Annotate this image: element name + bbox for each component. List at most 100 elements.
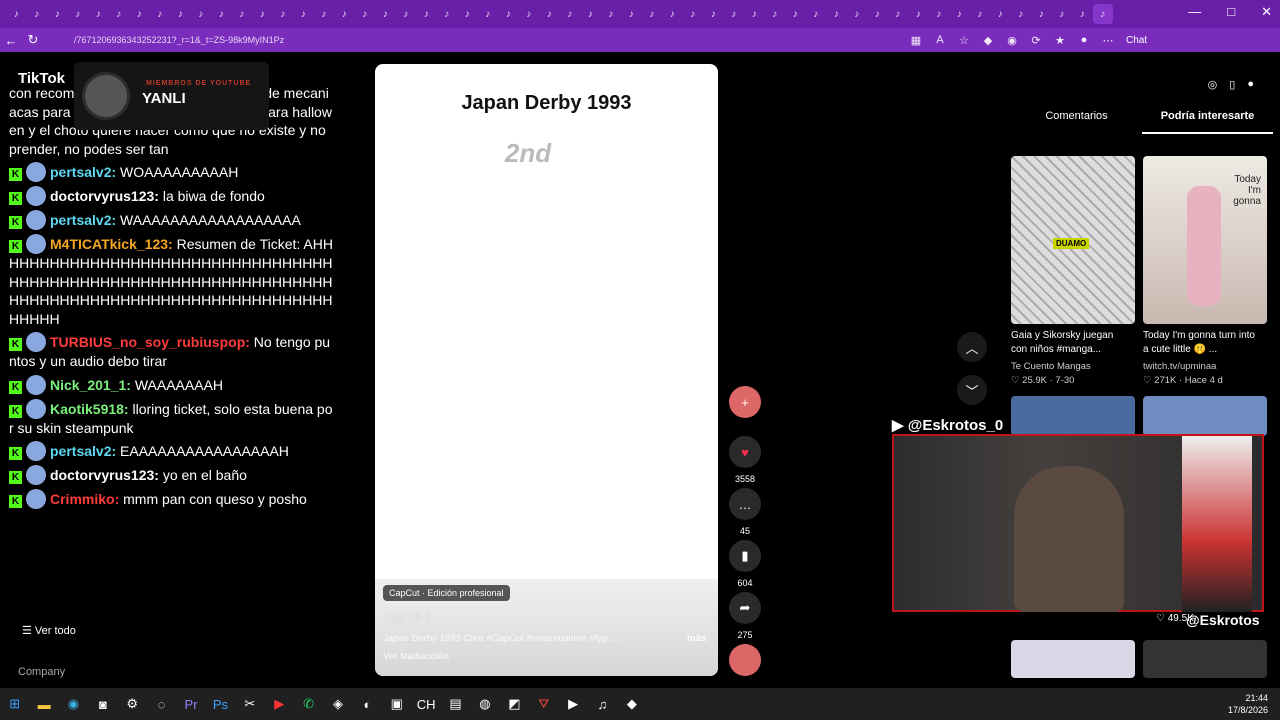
browser-tab[interactable]: ♪ bbox=[396, 4, 417, 24]
coin-icon[interactable]: ◎ bbox=[1208, 78, 1218, 91]
browser-tab[interactable]: ♪ bbox=[806, 4, 827, 24]
tab-podria-interesarte[interactable]: Podría interesarte bbox=[1142, 110, 1273, 134]
browser-tab[interactable]: ♪ bbox=[150, 4, 171, 24]
browser-tab[interactable]: ♪ bbox=[765, 4, 786, 24]
url-field[interactable]: /7671206936343252231?_r=1&_t=ZS-98k9MyIN… bbox=[74, 35, 904, 45]
app-icon[interactable]: ◌ bbox=[147, 697, 176, 712]
card-channel[interactable]: Te Cuento Mangas bbox=[1011, 361, 1091, 372]
browser-tab[interactable]: ♪ bbox=[232, 4, 253, 24]
app-icon[interactable]: ◩ bbox=[500, 696, 529, 712]
browser-tab[interactable]: ♪ bbox=[109, 4, 130, 24]
ver-todo-link[interactable]: ☰ Ver todo bbox=[22, 624, 76, 637]
close-icon[interactable]: ✕ bbox=[1261, 4, 1272, 20]
browser-tab[interactable]: ♪ bbox=[437, 4, 458, 24]
video-thumbnail[interactable] bbox=[1143, 640, 1267, 678]
chevron-down-icon[interactable]: ﹀ bbox=[957, 375, 987, 405]
capcut-icon[interactable]: ✂ bbox=[235, 696, 264, 712]
file-explorer-icon[interactable]: ▬ bbox=[29, 697, 58, 712]
browser-tab[interactable]: ♪ bbox=[6, 4, 27, 24]
tab-comentarios[interactable]: Comentarios bbox=[1011, 110, 1142, 134]
browser-tab[interactable]: ♪ bbox=[580, 4, 601, 24]
browser-tab[interactable]: ♪ bbox=[601, 4, 622, 24]
browser-tab[interactable]: ♪ bbox=[929, 4, 950, 24]
premiere-icon[interactable]: Pr bbox=[176, 697, 205, 712]
browser-tab[interactable]: ♪ bbox=[252, 4, 273, 24]
acrobat-icon[interactable]: ⛛ bbox=[529, 696, 558, 712]
notes-icon[interactable]: ▤ bbox=[441, 696, 470, 712]
browser-tab[interactable]: ♪ bbox=[539, 4, 560, 24]
browser-tab[interactable]: ♪ bbox=[1011, 4, 1032, 24]
browser-tab[interactable]: ♪ bbox=[662, 4, 683, 24]
video-player[interactable]: Japan Derby 1993 2nd CapCut · Edición pr… bbox=[375, 64, 718, 676]
app-icon[interactable]: ◆ bbox=[617, 696, 646, 712]
browser-tab[interactable]: ♪ bbox=[498, 4, 519, 24]
favorites-icon[interactable]: ★ bbox=[1048, 34, 1072, 47]
browser-tab[interactable]: ♪ bbox=[847, 4, 868, 24]
browser-tab[interactable]: ♪ bbox=[191, 4, 212, 24]
card-title[interactable]: Gaia y Sikorsky juegan con niños #manga.… bbox=[1011, 329, 1129, 357]
video-author[interactable]: Aziz · 8-7 bbox=[383, 612, 431, 624]
browser-tab[interactable]: ♪ bbox=[724, 4, 745, 24]
browser-tab[interactable]: ♪ bbox=[1052, 4, 1073, 24]
youtube-icon[interactable]: ▶ bbox=[265, 696, 294, 712]
browser-tab[interactable]: ♪ bbox=[621, 4, 642, 24]
browser-tab[interactable]: ♪ bbox=[211, 4, 232, 24]
profile-avatar[interactable]: ● bbox=[1072, 34, 1096, 46]
browser-tab[interactable]: ♪ bbox=[990, 4, 1011, 24]
like-action[interactable]: ♥ 3558 bbox=[728, 436, 762, 484]
app-icon[interactable]: CH bbox=[411, 697, 440, 712]
save-action[interactable]: ▮ 604 bbox=[728, 540, 762, 588]
browser-tab[interactable]: ♪ bbox=[1031, 4, 1052, 24]
obs-icon[interactable]: ◍ bbox=[470, 696, 499, 712]
music-disc[interactable] bbox=[728, 644, 762, 682]
maximize-icon[interactable]: □ bbox=[1227, 4, 1235, 20]
favorite-star-icon[interactable]: ☆ bbox=[952, 34, 976, 47]
discord-icon[interactable]: ◙ bbox=[88, 697, 117, 712]
reload-icon[interactable]: ↻ bbox=[22, 32, 44, 48]
browser-tab[interactable]: ♪ bbox=[744, 4, 765, 24]
share-action[interactable]: ➦ 275 bbox=[728, 592, 762, 640]
translate-link[interactable]: Ver traducción bbox=[383, 651, 449, 662]
comment-action[interactable]: … 45 bbox=[728, 488, 762, 536]
card-title[interactable]: Today I'm gonna turn into a cute little … bbox=[1143, 329, 1261, 357]
card-channel[interactable]: twitch.tv/upminaa bbox=[1143, 361, 1216, 372]
steam-icon[interactable]: ⚙ bbox=[118, 696, 147, 712]
browser-tab[interactable]: ♪ bbox=[273, 4, 294, 24]
company-link[interactable]: Company bbox=[18, 666, 65, 678]
browser-tab[interactable]: ♪ bbox=[68, 4, 89, 24]
browser-tab[interactable]: ♪ bbox=[293, 4, 314, 24]
browser-tab[interactable]: ♪ bbox=[888, 4, 909, 24]
app-icon[interactable]: ◐ bbox=[353, 697, 382, 712]
browser-tab[interactable]: ♪ bbox=[334, 4, 355, 24]
browser-tab[interactable]: ♪ bbox=[1072, 4, 1093, 24]
video-thumbnail[interactable] bbox=[1011, 640, 1135, 678]
browser-tab[interactable]: ♪ bbox=[908, 4, 929, 24]
browser-tab[interactable]: ♪ bbox=[27, 4, 48, 24]
browser-tab[interactable]: ♪ bbox=[416, 4, 437, 24]
browser-tab[interactable]: ♪ bbox=[478, 4, 499, 24]
whatsapp-icon[interactable]: ✆ bbox=[294, 696, 323, 712]
browser-tab[interactable]: ♪ bbox=[867, 4, 888, 24]
minimize-icon[interactable]: — bbox=[1188, 4, 1201, 20]
video-thumbnail[interactable]: Today I'm gonna bbox=[1143, 156, 1267, 324]
avatar[interactable]: ● bbox=[1247, 78, 1254, 91]
chat-button[interactable]: Chat bbox=[1126, 35, 1147, 46]
extension-icon[interactable]: ◆ bbox=[976, 34, 1000, 47]
browser-tab[interactable]: ♪ bbox=[457, 4, 478, 24]
back-icon[interactable]: ← bbox=[0, 33, 22, 48]
chevron-up-icon[interactable]: ︿ bbox=[957, 332, 987, 362]
browser-tab[interactable]: ♪ bbox=[47, 4, 68, 24]
browser-tab[interactable]: ♪ bbox=[519, 4, 540, 24]
video-thumbnail[interactable]: DUAMO bbox=[1011, 156, 1135, 324]
media-icon[interactable]: ▶ bbox=[558, 696, 587, 712]
browser-tab[interactable]: ♪ bbox=[970, 4, 991, 24]
extension-icon[interactable]: ◉ bbox=[1000, 34, 1024, 47]
settings-icon[interactable]: ⋯ bbox=[1096, 34, 1120, 47]
more-link[interactable]: más bbox=[687, 633, 706, 644]
system-clock[interactable]: 21:44 17/8/2026 bbox=[1228, 692, 1268, 716]
windows-start-icon[interactable]: ⊞ bbox=[0, 696, 29, 712]
browser-tab[interactable]: ♪ bbox=[314, 4, 335, 24]
browser-tab[interactable]: ♪ bbox=[826, 4, 847, 24]
translate-icon[interactable]: A bbox=[928, 34, 952, 46]
app-icon[interactable]: ◈ bbox=[323, 696, 352, 712]
